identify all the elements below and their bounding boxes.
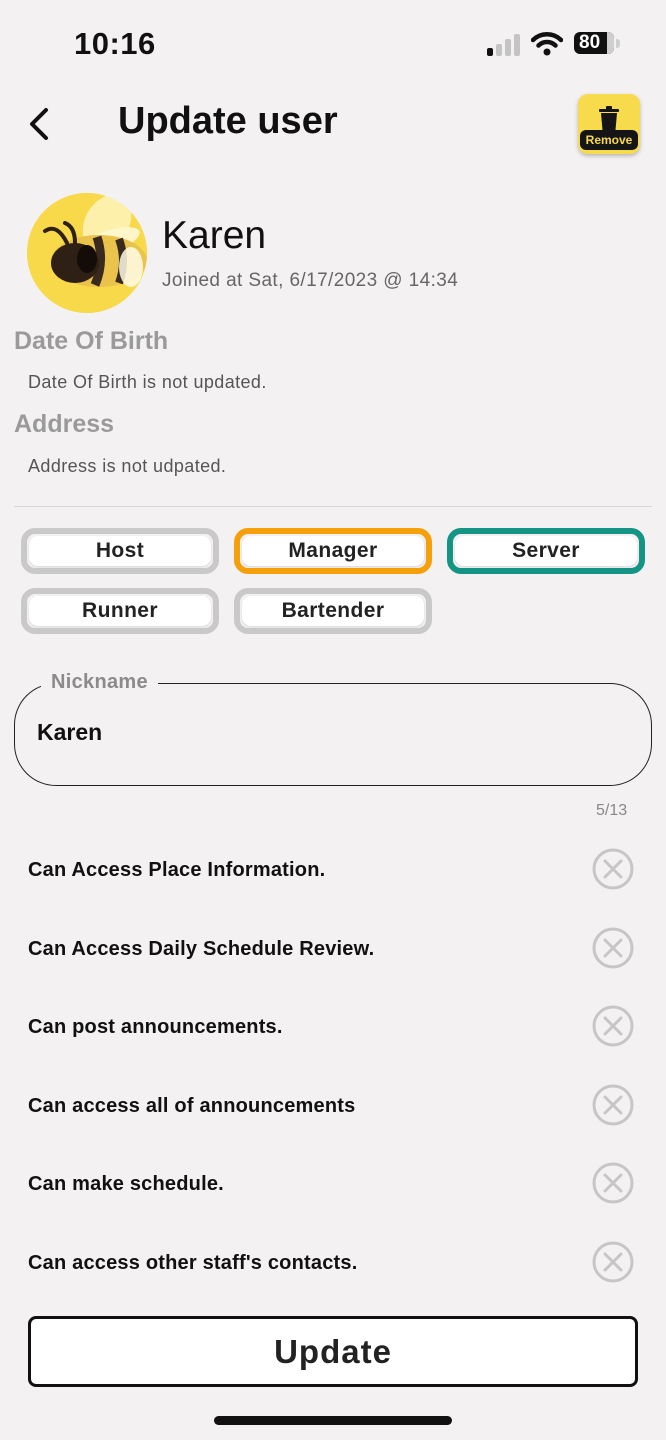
x-circle-icon[interactable] [592,1241,634,1283]
date-of-birth-text: Date Of Birth is not updated. [28,372,267,392]
joined-date: Joined at Sat, 6/17/2023 @ 14:34 [162,270,459,291]
permission-label: Can access other staff's contacts. [28,1252,358,1274]
role-chip-server[interactable]: Server [447,528,645,574]
bee-icon [27,193,147,313]
permission-label: Can access all of announcements [28,1095,356,1117]
role-chip-label: Runner [29,596,211,626]
avatar [27,193,147,313]
date-of-birth-title: Date Of Birth [14,327,169,355]
permission-label: Can Access Place Information. [28,859,326,881]
wifi-icon [531,32,563,56]
status-bar: 10:16 80 [0,0,666,90]
role-chip-runner[interactable]: Runner [21,588,219,634]
status-time: 10:16 [74,26,156,61]
battery-icon: 80 [574,32,622,56]
permission-label: Can post announcements. [28,1016,283,1038]
address-title: Address [14,410,115,438]
page-title: Update user [118,100,338,142]
trash-icon [599,106,619,130]
x-circle-icon[interactable] [592,1084,634,1126]
role-chip-manager[interactable]: Manager [234,528,432,574]
back-button[interactable] [24,104,56,144]
x-circle-icon[interactable] [592,927,634,969]
x-circle-icon[interactable] [592,848,634,890]
update-button[interactable]: Update [28,1316,638,1387]
remove-user-button[interactable]: Remove [578,94,640,154]
address-text: Address is not udpated. [28,456,227,476]
permission-label: Can make schedule. [28,1173,224,1195]
permission-label: Can Access Daily Schedule Review. [28,938,375,960]
character-counter: 5/13 [596,802,628,819]
home-indicator [214,1416,452,1425]
remove-label: Remove [580,130,638,150]
role-chip-label: Host [29,536,211,566]
role-chip-label: Bartender [242,596,424,626]
signal-icon [487,34,520,56]
nickname-field[interactable]: Nickname [14,671,652,786]
battery-level: 80 [579,32,601,53]
role-chip-bartender[interactable]: Bartender [234,588,432,634]
role-chip-label: Manager [242,536,424,566]
x-circle-icon[interactable] [592,1162,634,1204]
nickname-input[interactable] [35,718,599,747]
role-chip-label: Server [455,536,637,566]
nickname-label: Nickname [41,671,158,694]
x-circle-icon[interactable] [592,1005,634,1047]
role-chip-host[interactable]: Host [21,528,219,574]
user-name: Karen [162,214,267,257]
chevron-left-icon [30,108,48,140]
divider [14,506,652,507]
